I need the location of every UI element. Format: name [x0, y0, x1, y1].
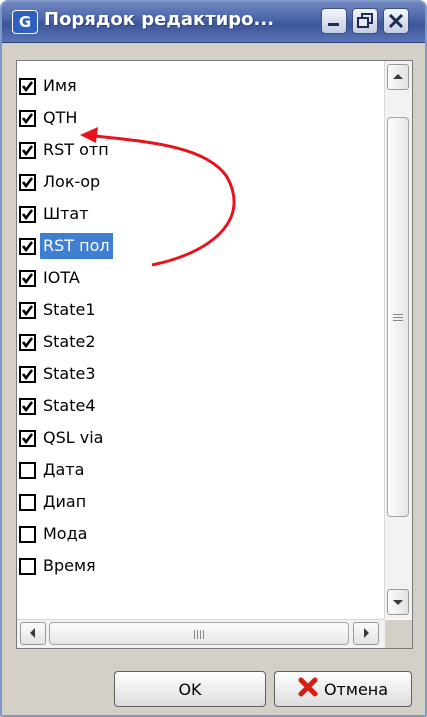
list-item-label: State1 [43, 300, 96, 319]
close-icon [388, 13, 404, 29]
checkbox-checked[interactable] [19, 109, 36, 127]
scroll-up-button[interactable] [387, 64, 409, 90]
checkmark-icon [21, 304, 34, 316]
thumb-grip [197, 630, 198, 639]
list-item[interactable]: QTH [19, 104, 80, 132]
list-item-label: QTH [43, 108, 78, 127]
thumb-grip [393, 314, 403, 315]
dialog-window: G Порядок редактиро... Имя QTH RST отп Лок-… [0, 0, 427, 717]
arrow-up-icon [393, 74, 403, 79]
checkbox-checked[interactable] [19, 365, 36, 383]
checkmark-icon [21, 176, 34, 188]
list-item-label: Имя [43, 76, 77, 95]
list-item-label: Мода [43, 524, 88, 543]
checkmark-icon [21, 368, 34, 380]
title-bar[interactable]: G Порядок редактиро... [2, 2, 425, 43]
list-item-label: State4 [43, 396, 96, 415]
list-item[interactable]: QSL via [19, 424, 106, 452]
close-button[interactable] [383, 8, 409, 34]
checkbox-checked[interactable] [19, 429, 36, 447]
checkbox-checked[interactable] [19, 141, 36, 159]
checkbox-checked[interactable] [19, 77, 36, 95]
horizontal-scrollbar[interactable] [17, 619, 385, 648]
list-item[interactable]: RST пол [19, 232, 113, 260]
checkbox-checked[interactable] [19, 397, 36, 415]
list-item[interactable]: State3 [19, 360, 99, 388]
vertical-scrollbar[interactable] [384, 61, 412, 619]
restore-icon [357, 13, 373, 28]
checkbox-unchecked[interactable] [19, 557, 36, 575]
thumb-grip [393, 320, 403, 321]
list-item-label: IOTA [43, 268, 80, 287]
checkbox-checked[interactable] [19, 333, 36, 351]
list-item[interactable]: State4 [19, 392, 99, 420]
list-item[interactable]: State1 [19, 296, 99, 324]
minimize-icon [328, 23, 339, 26]
field-order-list[interactable]: Имя QTH RST отп Лок-ор Штат RST пол IOTA State1… [16, 60, 413, 649]
checkmark-icon [21, 144, 34, 156]
list-item-label: QSL via [43, 428, 104, 447]
scroll-down-button[interactable] [387, 589, 409, 615]
window-title: Порядок редактиро... [44, 9, 275, 30]
list-item[interactable]: Диап [19, 488, 89, 516]
checkbox-unchecked[interactable] [19, 461, 36, 479]
checkmark-icon [21, 432, 34, 444]
list-item[interactable]: Мода [19, 520, 90, 548]
ok-button-label: OK [178, 679, 202, 699]
thumb-grip [393, 317, 403, 318]
list-item[interactable]: Штат [19, 200, 92, 228]
checkbox-checked[interactable] [19, 205, 36, 223]
scroll-left-button[interactable] [20, 622, 46, 645]
arrow-down-icon [393, 600, 403, 605]
scroll-right-button[interactable] [353, 622, 379, 645]
arrow-left-icon [30, 628, 35, 638]
checkbox-checked[interactable] [19, 237, 36, 255]
list-item-label: RST пол [40, 233, 113, 259]
checkmark-icon [21, 112, 34, 124]
thumb-grip [194, 630, 195, 639]
list-item-label: State3 [43, 364, 96, 383]
minimize-button[interactable] [321, 8, 347, 34]
thumb-grip [203, 630, 204, 639]
list-item-label: RST отп [43, 140, 109, 159]
checkmark-icon [21, 336, 34, 348]
list-item-label: Лок-ор [43, 172, 101, 191]
scrollbar-corner [385, 620, 412, 648]
restore-button[interactable] [352, 8, 378, 34]
list-item-label: Штат [43, 204, 89, 223]
list-item[interactable]: RST отп [19, 136, 112, 164]
list-item[interactable]: Имя [19, 72, 80, 100]
checkbox-checked[interactable] [19, 269, 36, 287]
list-item[interactable]: IOTA [19, 264, 83, 292]
cancel-button[interactable]: Отмена [274, 671, 412, 707]
list-item-label: Дата [43, 460, 85, 479]
checkmark-icon [21, 400, 34, 412]
list-item-label: State2 [43, 332, 96, 351]
list-item[interactable]: Время [19, 552, 99, 580]
checkmark-icon [21, 208, 34, 220]
cancel-x-icon [298, 677, 318, 701]
list-item[interactable]: State2 [19, 328, 99, 356]
checkmark-icon [21, 80, 34, 92]
arrow-right-icon [364, 628, 369, 638]
list-item-label: Время [43, 556, 96, 575]
horizontal-scroll-thumb[interactable] [49, 622, 349, 645]
vertical-scroll-thumb[interactable] [387, 117, 409, 517]
ok-button[interactable]: OK [114, 671, 266, 707]
checkbox-unchecked[interactable] [19, 525, 36, 543]
cancel-button-label: Отмена [323, 679, 389, 699]
checkmark-icon [21, 272, 34, 284]
thumb-grip [200, 630, 201, 639]
checkbox-checked[interactable] [19, 173, 36, 191]
list-item-label: Диап [43, 492, 87, 511]
list-item[interactable]: Дата [19, 456, 87, 484]
checkbox-unchecked[interactable] [19, 493, 36, 511]
list-item[interactable]: Лок-ор [19, 168, 103, 196]
checkmark-icon [21, 240, 34, 252]
checkbox-checked[interactable] [19, 301, 36, 319]
app-icon: G [12, 10, 38, 34]
